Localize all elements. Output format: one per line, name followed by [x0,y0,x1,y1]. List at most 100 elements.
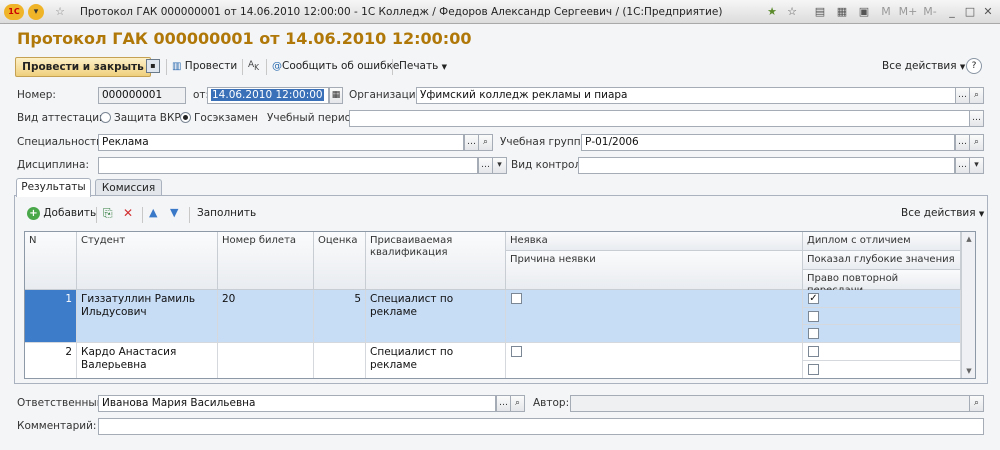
deep-knowledge-checkbox[interactable] [808,364,819,375]
post-label: Провести [184,60,238,72]
page-title: Протокол ГАК 000000001 от 14.06.2010 12:… [17,29,472,48]
report-error-button[interactable]: @Сообщить об ошибке [272,60,399,74]
deep-knowledge-checkbox[interactable] [808,311,819,322]
print-label: Печать [399,60,439,72]
copy-row-icon[interactable]: ⎘ [103,206,113,221]
absence-checkbox[interactable] [511,293,522,304]
column-header-absence[interactable]: Неявка [506,232,803,251]
column-header-absence-reason[interactable]: Причина неявки [506,251,803,290]
study-group-search-icon[interactable]: ⌕ [969,134,984,151]
study-period-label: Учебный период: [267,112,362,124]
radio-gosexam-label: Госэкзамен [194,112,258,124]
at-sign-icon: @ [272,61,282,72]
calendar-icon[interactable]: ▦ [834,4,850,20]
cell-qualification: Специалист по рекламе [366,290,506,343]
radio-vkr-label: Защита ВКР [114,112,181,124]
column-header-deep-knowledge[interactable]: Показал глубокие значения [803,251,961,270]
minimize-icon[interactable]: _ [944,4,960,20]
responsible-select-button[interactable]: … [496,395,511,412]
radio-vkr[interactable] [100,112,111,123]
save-icon[interactable]: ▪ [146,59,160,73]
maximize-icon[interactable]: □ [962,4,978,20]
tab-results[interactable]: Результаты [16,178,91,197]
discipline-label: Дисциплина: [17,159,90,171]
column-header-honors[interactable]: Диплом с отличием [803,232,961,251]
move-down-icon[interactable]: ▼ [170,206,178,219]
control-type-select-button[interactable]: … [955,157,970,174]
discipline-select-button[interactable]: … [478,157,493,174]
retake-right-checkbox[interactable] [808,328,819,339]
calculator-icon[interactable]: ▣ [856,4,872,20]
organization-field[interactable]: Уфимский колледж рекламы и пиара [416,87,956,104]
add-label: Добавить [43,207,97,219]
study-period-select-button[interactable]: … [969,110,984,127]
column-header-n[interactable]: N [25,232,77,290]
fill-button[interactable]: Заполнить [197,207,256,219]
specialty-search-icon[interactable]: ⌕ [478,134,493,151]
table-scrollbar[interactable]: ▲ ▼ [961,232,975,378]
author-search-icon[interactable]: ⌕ [969,395,984,412]
post-and-close-button[interactable]: Провести и закрыть [15,57,151,77]
number-field[interactable]: 000000001 [98,87,186,104]
add-row-button[interactable]: + Добавить [27,207,96,220]
column-header-ticket[interactable]: Номер билета [218,232,314,290]
help-icon[interactable]: ? [966,58,982,74]
absence-checkbox[interactable] [511,346,522,357]
column-header-student[interactable]: Студент [77,232,218,290]
responsible-field[interactable]: Иванова Мария Васильевна [98,395,496,412]
app-logo-icon[interactable]: 1С [4,4,24,20]
print-menu[interactable]: Печать ▼ [399,60,447,72]
toolbar-separator [166,59,167,75]
control-type-field[interactable] [578,157,955,174]
study-period-field[interactable] [349,110,970,127]
cell-retake-right [803,325,961,343]
column-header-retake-right[interactable]: Право повторной пересдачи [803,270,961,296]
cell-n: 1 [25,290,77,343]
organization-select-button[interactable]: … [955,87,970,104]
comment-field[interactable] [98,418,984,435]
specialty-select-button[interactable]: … [464,134,479,151]
organization-open-icon[interactable]: ⌕ [969,87,984,104]
study-group-select-button[interactable]: … [955,134,970,151]
discipline-dropdown-icon[interactable]: ▾ [492,157,507,174]
list-icon[interactable]: ▤ [812,4,828,20]
cell-grade [314,343,366,378]
post-button[interactable]: ▥ Провести [172,60,237,74]
grid-all-actions-menu[interactable]: Все действия ▼ [901,207,984,219]
main-menu-icon[interactable]: ▾ [28,4,44,20]
table-row[interactable]: 2 Кардо Анастасия Валерьевна Специалист … [25,343,961,378]
spellcheck-icon[interactable]: AK [248,60,259,72]
memory-m-minus-button[interactable]: M- [920,4,940,20]
responsible-search-icon[interactable]: ⌕ [510,395,525,412]
radio-gosexam[interactable] [180,112,191,123]
grid-all-actions-label: Все действия [901,207,976,219]
author-field[interactable] [570,395,970,412]
star-outline-icon[interactable]: ☆ [784,4,800,20]
date-field[interactable]: 14.06.2010 12:00:00 [207,87,329,104]
cell-student: Гиззатуллин Рамиль Ильдусович [77,290,218,343]
column-header-grade[interactable]: Оценка [314,232,366,290]
honors-checkbox[interactable] [808,346,819,357]
column-header-qualification[interactable]: Присваиваемая квалификация [366,232,506,290]
discipline-field[interactable] [98,157,478,174]
calendar-picker-icon[interactable]: ▦ [329,87,343,104]
control-type-dropdown-icon[interactable]: ▾ [969,157,984,174]
honors-checkbox[interactable]: ✓ [808,293,819,304]
delete-row-icon[interactable]: ✕ [123,206,133,220]
cell-qualification: Специалист по рекламе [366,343,506,378]
close-icon[interactable]: ✕ [980,4,996,20]
move-up-icon[interactable]: ▲ [149,206,157,219]
all-actions-menu[interactable]: Все действия ▼ [882,60,965,72]
specialty-field[interactable]: Реклама [98,134,464,151]
scroll-down-icon[interactable]: ▼ [962,364,975,378]
cell-grade: 5 [314,290,366,343]
memory-m-button[interactable]: M [878,4,894,20]
scroll-up-icon[interactable]: ▲ [962,232,975,246]
post-doc-icon: ▥ [172,61,182,72]
table-row[interactable]: 1 Гиззатуллин Рамиль Ильдусович 20 5 Спе… [25,290,961,343]
favorite-star-icon[interactable]: ☆ [52,4,68,20]
favorite-add-icon[interactable]: ★ [764,4,780,20]
study-group-field[interactable]: Р-01/2006 [581,134,955,151]
results-table[interactable]: N Студент Номер билета Оценка Присваивае… [24,231,976,379]
memory-m-plus-button[interactable]: M+ [898,4,918,20]
